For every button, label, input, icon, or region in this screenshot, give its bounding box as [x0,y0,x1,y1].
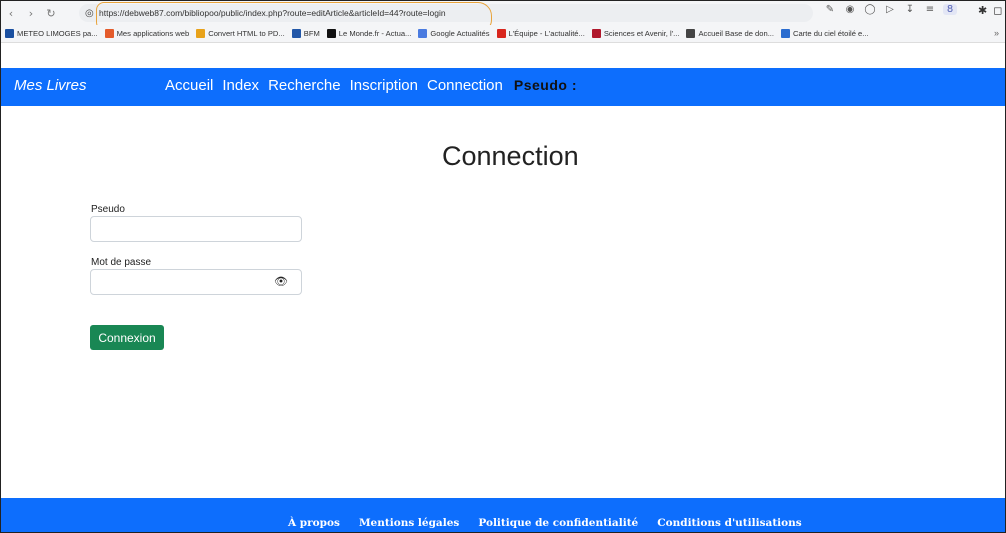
bookmarks-bar: METEO LIMOGES pa... Mes applications web… [1,25,1005,43]
shield-icon[interactable]: ◯ [863,4,877,15]
reload-icon[interactable]: ↻ [41,3,61,23]
extension-icon[interactable]: ◻ [993,4,1002,17]
bookmark-favicon-icon [591,29,601,38]
connexion-button[interactable]: Connexion [90,325,164,350]
bookmark-label: Accueil Base de don... [698,29,775,38]
page-title: Connection [442,141,579,171]
bookmark-item[interactable]: Google Actualités [418,29,490,38]
footer-link-a-propos[interactable]: À propos [288,517,340,529]
send-icon[interactable]: ▷ [883,4,897,15]
bookmark-favicon-icon [326,29,336,38]
bookmark-favicon-icon [496,29,506,38]
bookmark-item[interactable]: Convert HTML to PD... [196,29,285,38]
bookmark-favicon-icon [104,29,114,38]
download-icon[interactable]: ↧ [903,4,917,15]
back-icon[interactable]: ‹ [1,3,21,23]
eye-icon[interactable]: 👁 [274,275,288,288]
nav-link-inscription[interactable]: Inscription [350,77,418,94]
bookmark-label: Carte du ciel étoilé e... [793,29,869,38]
bookmark-item[interactable]: Mes applications web [104,29,190,38]
site-footer: À propos Mentions légales Politique de c… [1,498,1005,532]
footer-link-mentions-legales[interactable]: Mentions légales [359,517,459,529]
browser-toolbar: ‹ › ↻ ◎ https://debweb87.com/bibliopoo/p… [1,1,1005,32]
globe-icon: ◎ [85,7,94,19]
bookmark-label: Google Actualités [430,29,490,38]
bookmark-item[interactable]: Sciences et Avenir, l'... [591,29,680,38]
bookmark-item[interactable]: Le Monde.fr - Actua... [326,29,412,38]
pseudo-input[interactable] [90,216,302,242]
forward-icon[interactable]: › [21,3,41,23]
address-bar[interactable]: ◎ https://debweb87.com/bibliopoo/public/… [79,4,813,22]
settings-icon[interactable]: ✱ [978,4,987,17]
bookmark-favicon-icon [781,29,791,38]
footer-link-conditions-utilisations[interactable]: Conditions d'utilisations [657,517,801,529]
browser-window: ‹ › ↻ ◎ https://debweb87.com/bibliopoo/p… [0,0,1006,533]
footer-links: À propos Mentions légales Politique de c… [288,517,802,529]
bookmark-label: METEO LIMOGES pa... [17,29,98,38]
nav-link-accueil[interactable]: Accueil [165,77,213,94]
bookmark-favicon-icon [196,29,206,38]
nav-link-recherche[interactable]: Recherche [268,77,341,94]
bookmark-favicon-icon [291,29,301,38]
bookmark-item[interactable]: BFM [291,29,320,38]
bookmark-item[interactable]: Carte du ciel étoilé e... [781,29,869,38]
profile-icon[interactable]: 8 [943,4,957,15]
bookmark-label: Convert HTML to PD... [208,29,285,38]
extension-icons: ✱ ◻ [978,4,1002,17]
brand-link[interactable]: Mes Livres [14,77,87,94]
screenshot-icon[interactable]: ◉ [843,4,857,15]
bookmark-favicon-icon [5,29,14,38]
nav-link-connection[interactable]: Connection [427,77,503,94]
bookmark-item[interactable]: Accueil Base de don... [686,29,774,38]
nav-links: Accueil Index Recherche Inscription Conn… [165,77,577,94]
bookmark-item[interactable]: L'Équipe - L'actualité... [496,29,585,38]
bookmark-favicon-icon [686,29,696,38]
menu-icon[interactable]: ≡ [923,4,937,15]
bookmark-label: BFM [303,29,320,38]
bookmark-label: Mes applications web [116,29,190,38]
bookmark-item[interactable]: METEO LIMOGES pa... [5,29,98,38]
password-label: Mot de passe [91,257,152,268]
nav-link-index[interactable]: Index [222,77,259,94]
toolbar-actions: ✎ ◉ ◯ ▷ ↧ ≡ 8 [823,4,957,15]
bookmark-label: Le Monde.fr - Actua... [338,29,412,38]
bookmark-label: L'Équipe - L'actualité... [508,29,585,38]
bookmark-label: Sciences et Avenir, l'... [603,29,680,38]
url-text[interactable]: https://debweb87.com/bibliopoo/public/in… [99,8,446,18]
bookmark-favicon-icon [418,29,428,38]
site-navbar: Mes Livres Accueil Index Recherche Inscr… [1,68,1005,106]
footer-link-politique-confidentialite[interactable]: Politique de confidentialité [478,517,638,529]
edit-icon[interactable]: ✎ [823,4,837,15]
nav-pseudo-label: Pseudo : [513,77,577,93]
bookmarks-overflow-icon[interactable]: » [994,28,999,38]
password-input[interactable] [90,269,302,295]
pseudo-label: Pseudo [91,204,125,215]
